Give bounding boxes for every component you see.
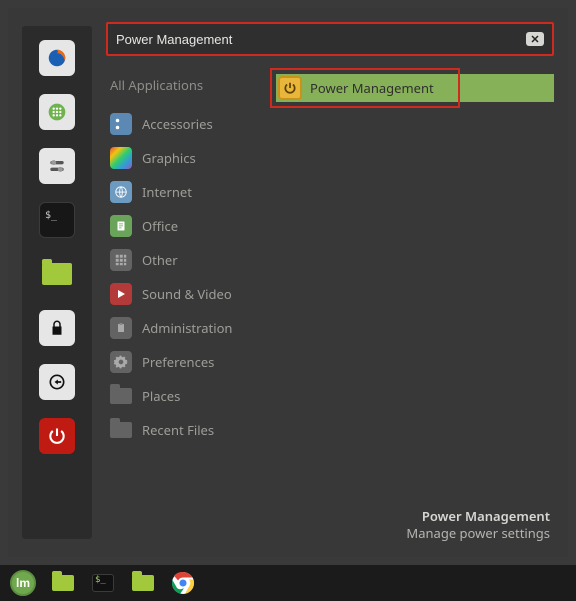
categories-header[interactable]: All Applications: [106, 70, 266, 106]
mint-logo-icon: lm: [10, 570, 36, 596]
globe-icon: [114, 185, 128, 199]
backspace-x-icon: [530, 34, 540, 44]
tooltip-title: Power Management: [106, 508, 550, 526]
power-icon: [47, 426, 67, 446]
menu-button[interactable]: lm: [6, 569, 40, 597]
category-recent-files[interactable]: Recent Files: [106, 414, 266, 446]
terminal-icon: $_: [45, 211, 57, 221]
scissors-icon: [114, 117, 128, 131]
taskbar-terminal[interactable]: $_: [86, 569, 120, 597]
taskbar: lm $_: [0, 565, 576, 601]
document-icon: [115, 219, 127, 233]
favorite-system-settings[interactable]: [39, 148, 75, 184]
category-internet[interactable]: Internet: [106, 176, 266, 208]
favorite-power[interactable]: [39, 418, 75, 454]
favorite-firefox[interactable]: [39, 40, 75, 76]
category-preferences[interactable]: Preferences: [106, 346, 266, 378]
result-tooltip: Power Management Manage power settings: [106, 508, 554, 547]
play-icon: [115, 288, 127, 300]
category-label: Internet: [142, 183, 192, 201]
start-menu: $_ All Applications Acces: [8, 8, 568, 557]
category-graphics[interactable]: Graphics: [106, 142, 266, 174]
gear-icon: [114, 355, 128, 369]
result-highlight-box: Power Management: [270, 68, 460, 108]
category-administration[interactable]: Administration: [106, 312, 266, 344]
categories-list: All Applications Accessories Graphics In…: [106, 70, 266, 446]
category-label: Recent Files: [142, 421, 214, 439]
favorite-logout[interactable]: [39, 364, 75, 400]
firefox-icon: [46, 47, 68, 69]
favorite-terminal[interactable]: $_: [39, 202, 75, 238]
category-label: Preferences: [142, 353, 214, 371]
category-office[interactable]: Office: [106, 210, 266, 242]
category-label: Other: [142, 251, 178, 269]
toggles-icon: [47, 156, 67, 176]
result-label: Power Management: [310, 79, 434, 97]
clipboard-icon: [115, 321, 127, 335]
taskbar-chrome[interactable]: [166, 569, 200, 597]
grid-icon: [114, 253, 128, 267]
apps-grid-icon: [47, 102, 67, 122]
tooltip-description: Manage power settings: [106, 525, 550, 543]
category-label: Graphics: [142, 149, 196, 167]
show-desktop-button[interactable]: [46, 569, 80, 597]
folder-icon: [52, 575, 74, 591]
folder-icon: [110, 388, 132, 404]
favorite-file-manager[interactable]: [39, 256, 75, 292]
category-sound-video[interactable]: Sound & Video: [106, 278, 266, 310]
category-places[interactable]: Places: [106, 380, 266, 412]
favorite-lock[interactable]: [39, 310, 75, 346]
taskbar-files[interactable]: [126, 569, 160, 597]
category-label: Sound & Video: [142, 285, 232, 303]
favorites-sidebar: $_: [22, 26, 92, 539]
power-management-icon: [278, 76, 302, 100]
lock-icon: [48, 319, 66, 337]
search-input[interactable]: [116, 32, 526, 47]
search-results: Power Management: [266, 70, 554, 106]
clear-search-button[interactable]: [526, 32, 544, 46]
folder-icon: [132, 575, 154, 591]
logout-icon: [47, 372, 67, 392]
favorite-apps-grid[interactable]: [39, 94, 75, 130]
search-field-highlight: [106, 22, 554, 56]
category-accessories[interactable]: Accessories: [106, 108, 266, 140]
category-label: Office: [142, 217, 178, 235]
result-power-management[interactable]: Power Management: [276, 70, 554, 106]
menu-main: All Applications Accessories Graphics In…: [92, 8, 568, 557]
category-other[interactable]: Other: [106, 244, 266, 276]
category-label: Administration: [142, 319, 232, 337]
category-label: Places: [142, 387, 180, 405]
folder-icon: [42, 263, 72, 285]
category-label: Accessories: [142, 115, 213, 133]
chrome-icon: [171, 571, 195, 595]
terminal-icon: $_: [92, 574, 114, 592]
folder-icon: [110, 422, 132, 438]
